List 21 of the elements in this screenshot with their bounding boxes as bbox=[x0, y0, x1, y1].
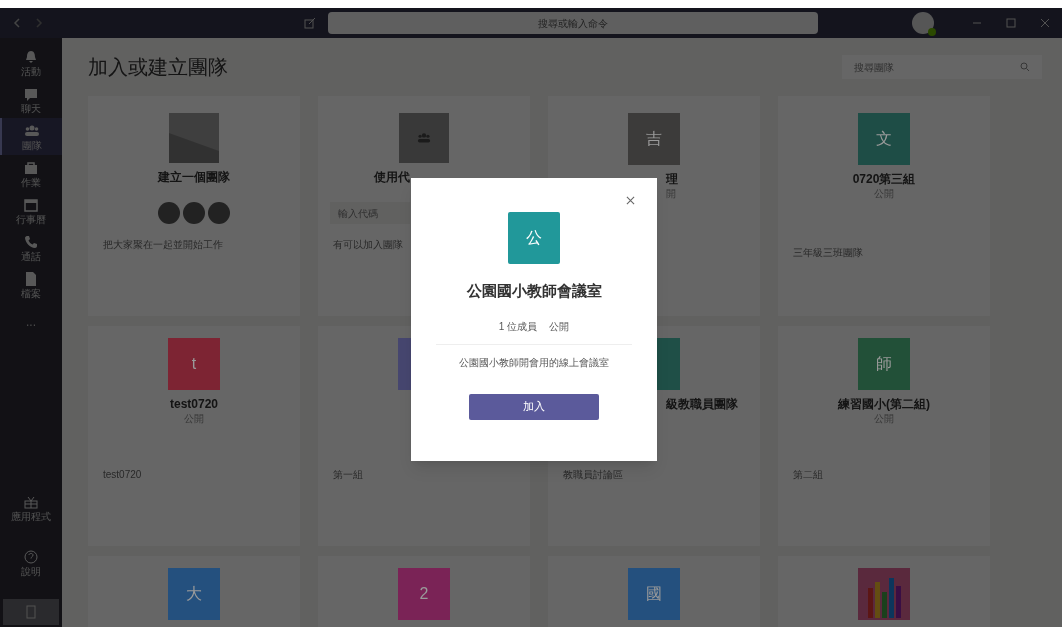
team-avatar: 文 bbox=[858, 113, 910, 165]
team-avatar: 大 bbox=[168, 568, 220, 620]
team-name: 建立一個團隊 bbox=[156, 170, 231, 185]
team-name: 0720第三組 bbox=[851, 172, 917, 187]
team-name: 使用代 bbox=[373, 170, 411, 185]
team-name: 練習國小(第二組) bbox=[837, 397, 931, 412]
team-avatar: 吉 bbox=[628, 113, 680, 165]
team-name: test0720 bbox=[168, 397, 219, 412]
dialog-title: 公園國小教師會議室 bbox=[466, 281, 602, 301]
team-avatar: 2 bbox=[398, 568, 450, 620]
team-name: 級教職員團隊 bbox=[665, 397, 739, 412]
team-avatar: 公 bbox=[508, 212, 560, 264]
team-name: 理 bbox=[664, 172, 679, 187]
team-avatar: t bbox=[168, 338, 220, 390]
page-title: 加入或建立團隊 bbox=[88, 55, 228, 80]
team-avatar: 師 bbox=[858, 338, 910, 390]
team-description: test0720 bbox=[102, 468, 143, 482]
member-count: 1 位成員 bbox=[498, 319, 538, 334]
team-avatar: 國 bbox=[628, 568, 680, 620]
team-privacy: 公開 bbox=[549, 319, 570, 334]
team-description: 公園國小教師開會用的線上會議室 bbox=[459, 355, 609, 370]
